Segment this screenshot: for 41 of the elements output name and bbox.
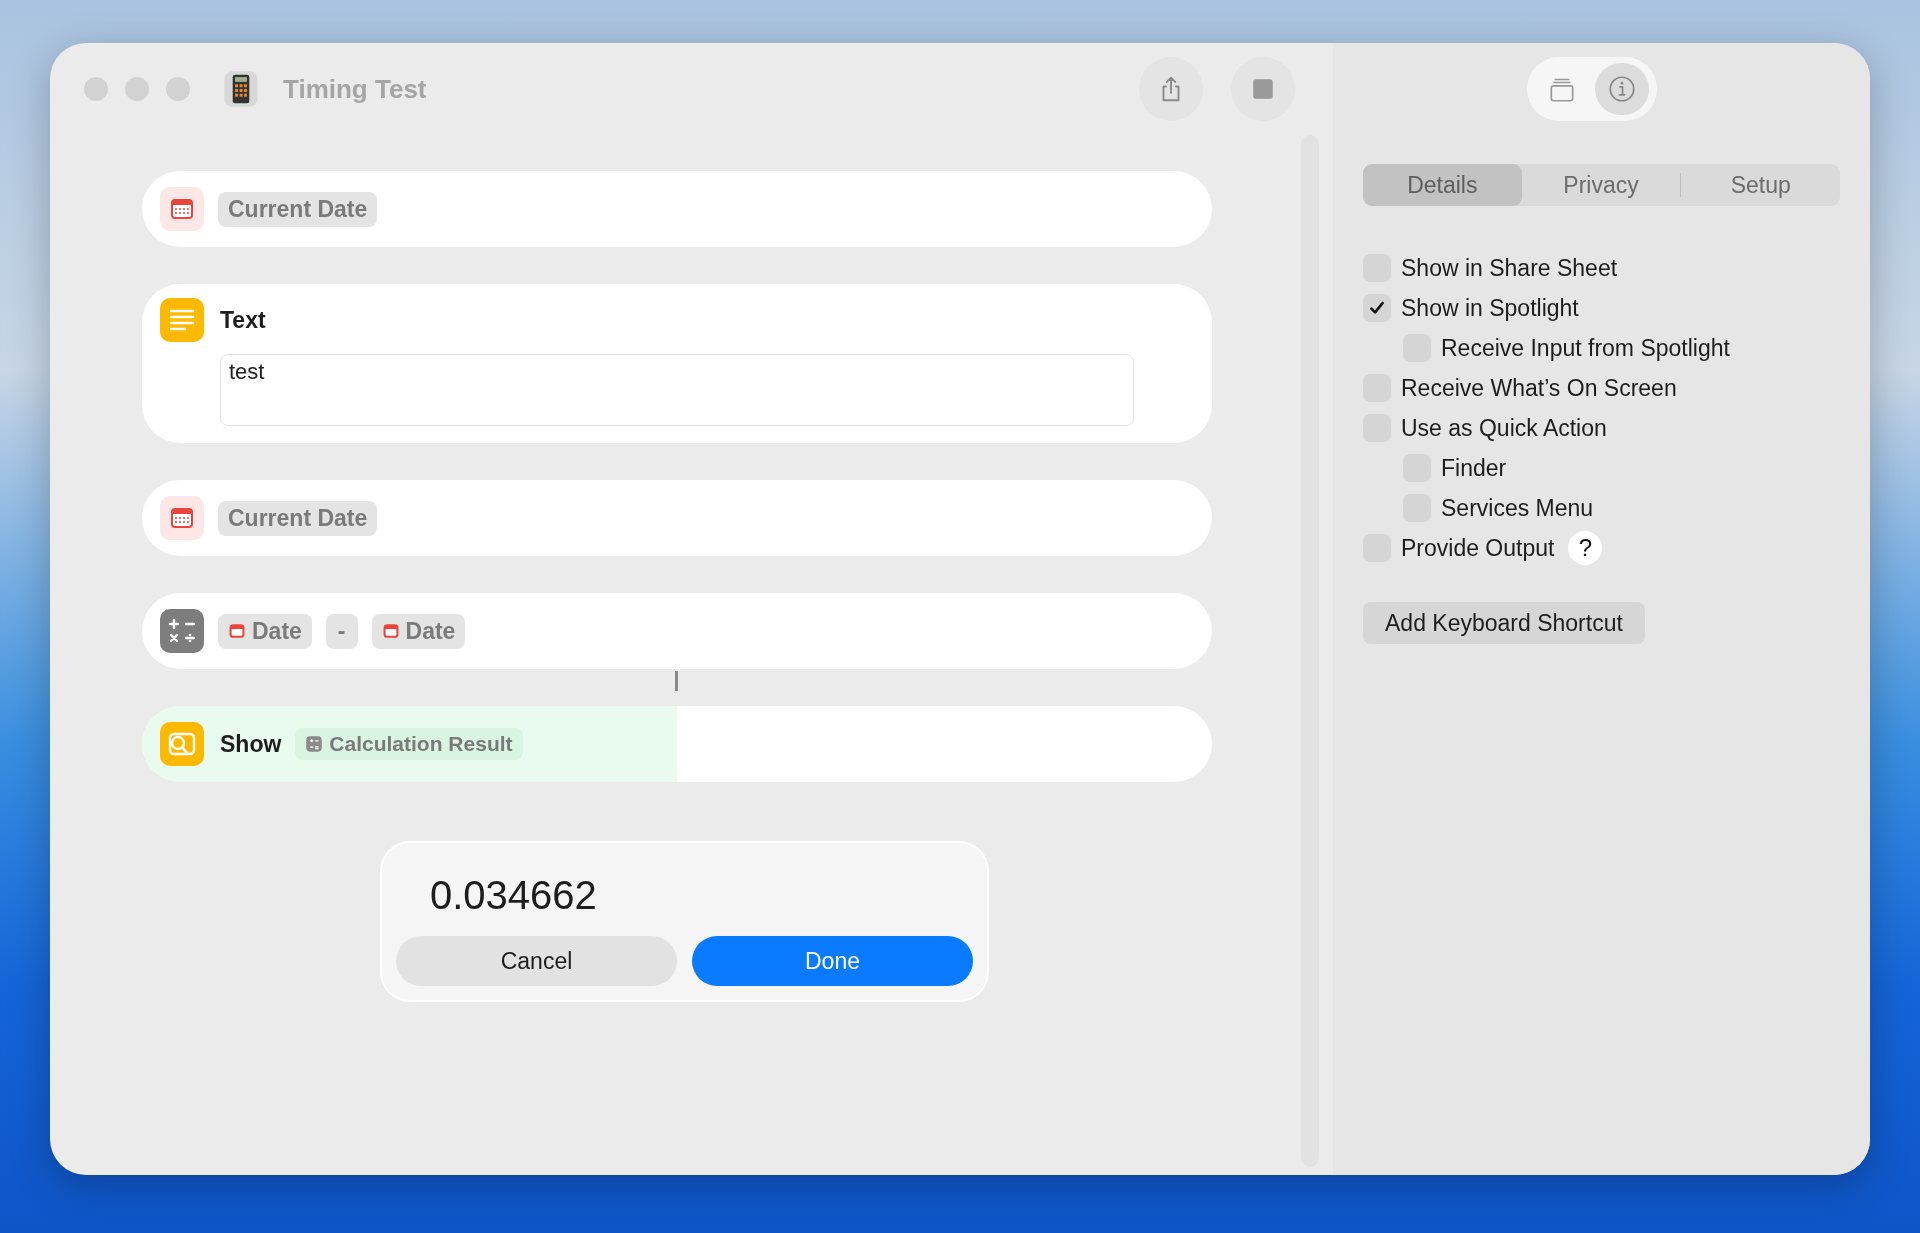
window-title: Timing Test — [283, 73, 427, 105]
tab[interactable]: Privacy — [1521, 164, 1681, 206]
checkbox-label: Receive What’s On Screen — [1401, 374, 1677, 402]
zoom-button[interactable] — [166, 77, 190, 101]
calendar-icon — [381, 622, 400, 640]
checkbox-label: Show in Share Sheet — [1401, 254, 1618, 282]
variable-token[interactable]: Date — [371, 613, 466, 649]
help-button[interactable]: ? — [1568, 531, 1603, 565]
calculator-icon — [305, 735, 324, 753]
action-title: Text — [220, 306, 266, 334]
minimize-button[interactable] — [125, 77, 149, 101]
calculator-icon — [222, 70, 260, 108]
checkbox-label: Use as Quick Action — [1401, 414, 1607, 442]
checkbox-label: Receive Input from Spotlight — [1441, 334, 1730, 362]
checkbox-label: Services Menu — [1441, 494, 1594, 522]
info-button[interactable] — [1594, 63, 1649, 115]
cancel-button[interactable]: Cancel — [396, 936, 677, 986]
checkbox[interactable] — [1363, 294, 1391, 322]
result-value: 0.034662 — [429, 873, 598, 918]
stop-icon — [1250, 76, 1276, 102]
text-field[interactable]: test — [220, 354, 1134, 426]
done-button[interactable]: Done — [692, 936, 973, 986]
tab[interactable]: Details — [1363, 164, 1522, 206]
show-result-icon — [160, 722, 204, 766]
checkbox-label: Show in Spotlight — [1401, 294, 1579, 322]
calendar-icon — [228, 622, 246, 640]
calendar-icon — [160, 187, 204, 231]
operator-token[interactable]: - — [325, 613, 358, 649]
add-keyboard-shortcut-button[interactable]: Add Keyboard Shortcut — [1363, 602, 1645, 644]
variable-token[interactable]: Current Date — [218, 191, 378, 227]
checkbox-label: Provide Output — [1401, 534, 1555, 562]
variable-token[interactable]: Current Date — [218, 500, 378, 536]
close-button[interactable] — [84, 77, 108, 101]
calculator-icon — [160, 609, 204, 653]
checkbox-label: Finder — [1441, 454, 1507, 482]
text-lines-icon — [160, 298, 204, 342]
tab[interactable]: Setup — [1681, 164, 1840, 206]
action-title: Show — [220, 730, 282, 758]
variable-token[interactable]: Date — [218, 613, 312, 649]
calendar-icon — [160, 496, 204, 540]
variable-token[interactable]: Calculation Result — [295, 728, 523, 760]
